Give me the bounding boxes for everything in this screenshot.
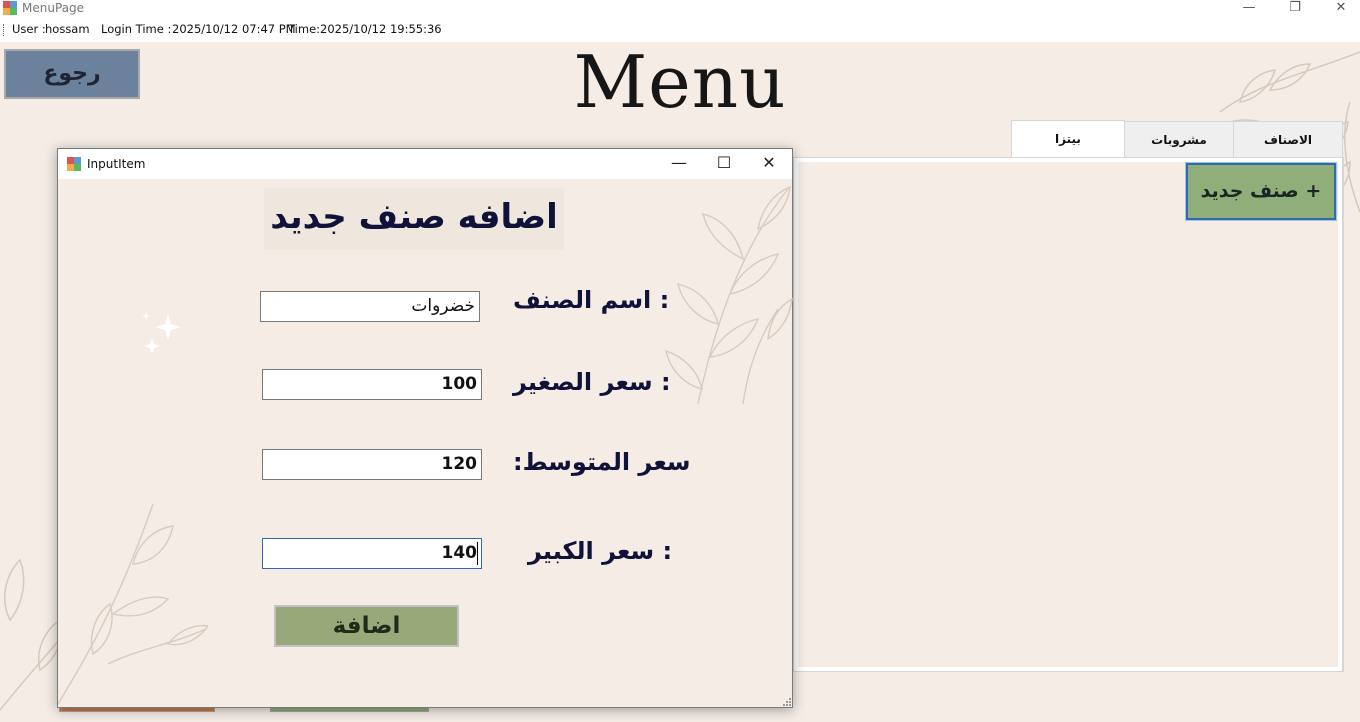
window-title: MenuPage bbox=[22, 1, 84, 15]
sparkle-decoration bbox=[142, 312, 181, 354]
resize-grip-icon[interactable] bbox=[780, 695, 792, 707]
login-time-value: 2025/10/12 07:47 PM bbox=[172, 22, 296, 36]
large-price-value: 140 bbox=[441, 543, 478, 563]
dialog-titlebar: InputItem — ☐ ✕ bbox=[58, 149, 792, 179]
time-label: Time: bbox=[288, 22, 321, 36]
user-value: hossam bbox=[45, 22, 90, 36]
app-window-icon bbox=[3, 1, 17, 15]
login-time-label: Login Time : bbox=[101, 22, 172, 36]
item-name-label: : اسم الصنف bbox=[513, 286, 670, 314]
strip-grip bbox=[3, 24, 6, 36]
tab-categories[interactable]: الاصناف bbox=[1233, 121, 1343, 157]
time-value: 2025/10/12 19:55:36 bbox=[320, 22, 442, 36]
leaf-decoration bbox=[58, 504, 208, 705]
text-caret bbox=[477, 542, 478, 565]
dialog-title: InputItem bbox=[87, 157, 146, 171]
small-price-label: : سعر الصغير bbox=[513, 368, 671, 396]
close-button[interactable]: ✕ bbox=[1318, 0, 1360, 18]
add-button[interactable]: اضافة bbox=[274, 605, 459, 647]
back-button[interactable]: رجوع bbox=[4, 49, 140, 99]
status-strip: User : hossam Login Time : 2025/10/12 07… bbox=[0, 18, 1360, 42]
medium-price-input[interactable]: 120 bbox=[262, 449, 482, 480]
input-item-dialog: InputItem — ☐ ✕ اضافه صنف جديد: اسم الص… bbox=[57, 148, 793, 708]
large-price-label: : سعر الكبير bbox=[528, 537, 673, 565]
user-label: User : bbox=[12, 22, 46, 36]
dialog-maximize-button[interactable]: ☐ bbox=[701, 149, 747, 179]
large-price-input[interactable]: 140 bbox=[262, 538, 482, 569]
dialog-close-button[interactable]: ✕ bbox=[746, 149, 792, 179]
panel-border bbox=[1343, 157, 1344, 672]
minimize-button[interactable]: — bbox=[1226, 0, 1272, 18]
tab-panel-content bbox=[798, 162, 1338, 667]
restore-button[interactable]: ❐ bbox=[1272, 0, 1318, 18]
window-titlebar: MenuPage — ❐ ✕ bbox=[0, 0, 1360, 18]
tab-panel bbox=[793, 157, 1343, 672]
new-item-button[interactable]: صنف جديد + bbox=[1185, 162, 1337, 221]
tab-drinks[interactable]: مشروبات bbox=[1124, 121, 1234, 157]
medium-price-label: سعر المتوسط: bbox=[513, 448, 691, 476]
dialog-minimize-button[interactable]: — bbox=[656, 149, 702, 179]
app-window-icon bbox=[67, 157, 81, 171]
small-price-input[interactable]: 100 bbox=[262, 369, 482, 400]
page-title: Menu bbox=[573, 40, 787, 124]
tab-pizza[interactable]: بيتزا bbox=[1011, 120, 1125, 158]
item-name-input[interactable]: خضروات bbox=[260, 291, 480, 322]
dialog-heading: اضافه صنف جديد bbox=[264, 188, 564, 250]
